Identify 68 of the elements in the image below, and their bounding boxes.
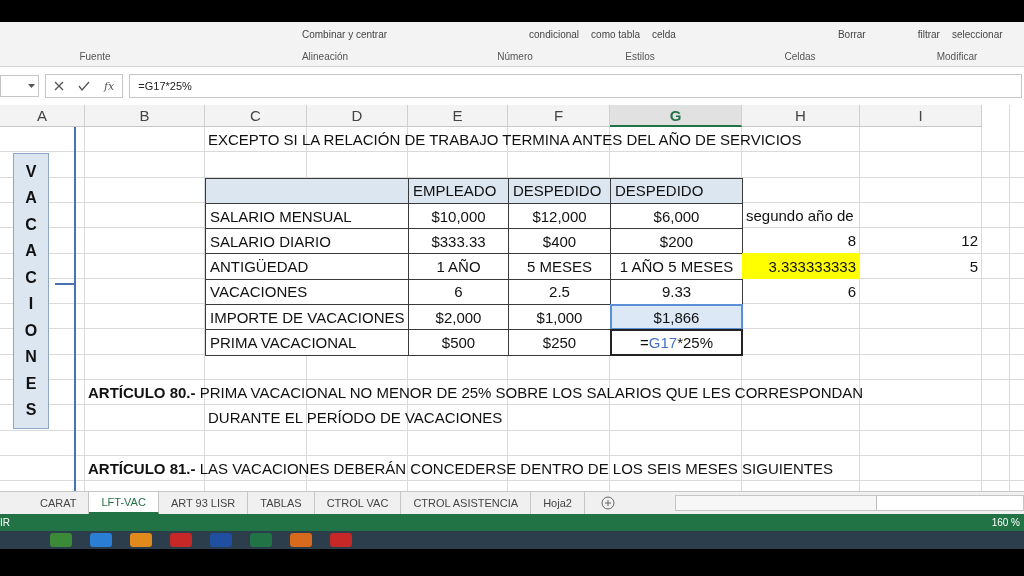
check-icon[interactable] bbox=[78, 81, 90, 91]
table-cell: 1 AÑO bbox=[408, 253, 509, 280]
sheet-heading: EXCEPTO SI LA RELACIÓN DE TRABAJO TERMINA ANTES DEL AÑO DE SERVICIOS bbox=[207, 130, 803, 151]
column-header[interactable]: G bbox=[610, 105, 742, 127]
taskbar-app-icon[interactable] bbox=[290, 533, 312, 547]
table-cell: ANTIGÜEDAD bbox=[205, 253, 409, 280]
table-cell: $500 bbox=[408, 329, 509, 356]
column-header[interactable]: C bbox=[205, 105, 307, 127]
editing-cell[interactable]: =G17*25% bbox=[610, 329, 743, 356]
sheet-cell-text: 12 bbox=[960, 231, 979, 252]
sheet-cell-text: 8 bbox=[846, 231, 857, 252]
ribbon-command[interactable]: Borrar bbox=[835, 28, 868, 40]
table-cell: $1,000 bbox=[508, 304, 611, 331]
column-header[interactable]: H bbox=[742, 105, 860, 127]
article-text: ARTÍCULO 81.- LAS VACACIONES DEBERÁN CONCEDERSE DENTRO DE LOS SEIS MESES SIGUIENTES bbox=[87, 459, 834, 479]
cancel-icon[interactable] bbox=[54, 81, 64, 91]
insert-function-button[interactable]: fx bbox=[104, 79, 115, 93]
taskbar-app-icon[interactable] bbox=[50, 533, 72, 547]
table-cell: PRIMA VACACIONAL bbox=[205, 329, 409, 356]
zoom-level[interactable]: 160 % bbox=[991, 517, 1020, 528]
table-cell: SALARIO DIARIO bbox=[205, 228, 409, 255]
taskbar-app-icon[interactable] bbox=[130, 533, 152, 547]
sheet-cell-text: segundo año de bbox=[745, 206, 855, 227]
table-header-cell: DESPEDIDO bbox=[610, 177, 743, 204]
ribbon-group-label: Fuente bbox=[78, 50, 112, 62]
caret-icon bbox=[28, 84, 35, 88]
ribbon-command[interactable]: Combinar y centrar bbox=[300, 28, 390, 40]
sheet-cell: 3.333333333 bbox=[742, 253, 860, 279]
column-header[interactable]: E bbox=[408, 105, 508, 127]
sheet-cell-text: 5 bbox=[968, 256, 979, 277]
ribbon-command[interactable]: como tabla bbox=[589, 28, 642, 40]
ribbon-command[interactable]: celda bbox=[650, 28, 678, 40]
ribbon-command[interactable]: seleccionar bbox=[949, 28, 1005, 40]
article-text: ARTÍCULO 80.- PRIMA VACACIONAL NO MENOR DE 25% SOBRE LOS SALARIOS QUE LES CORRESPONDAN bbox=[87, 383, 865, 404]
column-header[interactable]: B bbox=[85, 105, 205, 127]
add-sheet-icon[interactable] bbox=[600, 496, 615, 510]
ribbon-command[interactable]: condicional bbox=[527, 28, 582, 40]
ribbon-group-label: Celdas bbox=[783, 50, 817, 62]
taskbar-app-icon[interactable] bbox=[330, 533, 352, 547]
table-header-cell: DESPEDIDO bbox=[508, 177, 611, 204]
table-header-cell: EMPLEADO bbox=[408, 177, 509, 204]
name-box[interactable] bbox=[0, 75, 39, 97]
taskbar-app-icon[interactable] bbox=[250, 533, 272, 547]
ribbon-group-label: Modificar bbox=[935, 50, 979, 62]
ribbon-group-label: Número bbox=[496, 50, 534, 62]
column-header[interactable]: D bbox=[307, 105, 408, 127]
table-cell: $1,866 bbox=[610, 304, 743, 331]
column-header[interactable]: F bbox=[508, 105, 610, 127]
table-cell: $250 bbox=[508, 329, 611, 356]
table-cell: $2,000 bbox=[408, 304, 509, 331]
horizontal-scrollbar[interactable] bbox=[674, 495, 1024, 511]
ribbon-group-label: Estilos bbox=[624, 50, 656, 62]
column-header[interactable]: A bbox=[0, 105, 85, 127]
ribbon-group-label: Alineación bbox=[300, 50, 350, 62]
taskbar-app-icon[interactable] bbox=[90, 533, 112, 547]
table-cell: 1 AÑO 5 MESES bbox=[610, 253, 743, 280]
table-cell: IMPORTE DE VACACIONES bbox=[205, 304, 409, 331]
sheet-cell-text: 6 bbox=[846, 281, 857, 302]
column-header[interactable]: I bbox=[860, 105, 982, 127]
formula-input[interactable]: =G17*25% bbox=[129, 74, 1022, 98]
ribbon-command[interactable]: filtrar bbox=[915, 28, 942, 40]
status-mode: IR bbox=[0, 517, 10, 528]
taskbar-app-icon[interactable] bbox=[210, 533, 232, 547]
taskbar-app-icon[interactable] bbox=[170, 533, 192, 547]
article-text: DURANTE EL PERÍODO DE VACACIONES bbox=[207, 408, 504, 429]
table-cell: 5 MESES bbox=[508, 253, 611, 280]
vertical-label: VACACIONES bbox=[13, 153, 49, 429]
sheet-tab[interactable]: LFT-VAC bbox=[89, 492, 159, 514]
